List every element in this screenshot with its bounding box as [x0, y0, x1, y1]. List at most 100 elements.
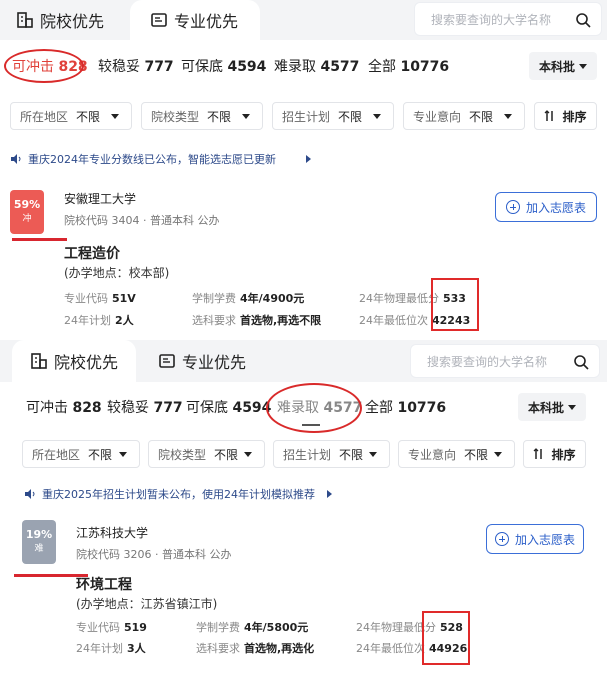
- stat-label: 选科要求: [192, 314, 236, 327]
- filter-value: 不限: [339, 447, 364, 462]
- badge-tag: 冲: [22, 214, 32, 224]
- filter-region[interactable]: 所在地区 不限: [22, 440, 140, 468]
- search-placeholder: 搜索要查询的大学名称: [431, 12, 552, 27]
- stat-fee: 学制学费 4年/4900元: [192, 290, 304, 306]
- search-input[interactable]: 搜索要查询的大学名称: [414, 2, 602, 36]
- tab-school-first[interactable]: 院校优先: [12, 340, 136, 382]
- caret-down-icon: [369, 452, 377, 457]
- filter-label: 专业意向: [413, 109, 462, 124]
- filter-enrollment-plan[interactable]: 招生计划 不限: [273, 440, 390, 468]
- caret-down-icon: [119, 452, 127, 457]
- notice-bar[interactable]: 重庆2025年招生计划暂未公布，使用24年计划模拟推荐: [24, 486, 332, 502]
- stat-label: 24年物理最低分: [359, 292, 439, 305]
- filter-label: 专业意向: [408, 447, 457, 462]
- sort-icon: [545, 110, 554, 121]
- tab-label: 专业优先: [182, 353, 247, 372]
- tab-label: 专业优先: [174, 12, 239, 31]
- caret-down-icon: [373, 114, 381, 119]
- plus-circle-icon: [494, 532, 509, 546]
- notice-text: 重庆2024年专业分数线已公布，智能选志愿已更新: [28, 153, 276, 166]
- batch-label: 本科批: [527, 400, 564, 415]
- filter-label: 院校类型: [158, 447, 207, 462]
- sort-button[interactable]: 排序: [534, 102, 597, 130]
- university-name[interactable]: 安徽理工大学: [64, 190, 136, 207]
- stat-value: 4年/4900元: [240, 292, 305, 305]
- filter-value: 不限: [214, 447, 239, 462]
- stat-major-code: 专业代码 51V: [64, 290, 136, 306]
- stat-label: 24年计划: [76, 642, 123, 655]
- count-all[interactable]: 全部 10776: [368, 56, 449, 76]
- count-all[interactable]: 全部 10776: [365, 397, 446, 417]
- tab-label: 院校优先: [54, 353, 119, 372]
- university-meta: 院校代码 3404 · 普通本科 公办: [64, 214, 220, 227]
- caret-down-icon: [494, 452, 502, 457]
- filter-label: 招生计划: [282, 109, 331, 124]
- count-hard[interactable]: 难录取 4577: [274, 56, 359, 76]
- search-placeholder: 搜索要查询的大学名称: [427, 354, 548, 369]
- badge-percent: 19%: [25, 528, 53, 541]
- stat-value: 519: [124, 621, 147, 634]
- filter-value: 不限: [88, 447, 113, 462]
- batch-select[interactable]: 本科批: [529, 52, 597, 80]
- badge-percent: 59%: [13, 198, 41, 211]
- count-stable[interactable]: 较稳妥 777: [107, 397, 183, 417]
- stat-label: 专业代码: [76, 621, 120, 634]
- add-to-list-button[interactable]: 加入志愿表: [486, 524, 584, 554]
- tab-label: 院校优先: [40, 12, 105, 31]
- stat-label: 24年最低位次: [359, 314, 428, 327]
- stat-label: 专业代码: [64, 292, 108, 305]
- filter-label: 招生计划: [283, 447, 332, 462]
- notice-bar[interactable]: 重庆2024年专业分数线已公布，智能选志愿已更新: [10, 151, 311, 167]
- annotation-box: [431, 278, 479, 331]
- chevron-right-icon: [306, 155, 311, 163]
- major-name[interactable]: 环境工程: [76, 574, 132, 594]
- tab-major-first[interactable]: 专业优先: [158, 340, 258, 382]
- caret-down-icon: [242, 114, 250, 119]
- count-rush[interactable]: 可冲击 828: [26, 397, 102, 417]
- filter-value: 不限: [207, 109, 232, 124]
- filter-value: 不限: [76, 109, 101, 124]
- filter-school-type[interactable]: 院校类型 不限: [148, 440, 265, 468]
- major-name[interactable]: 工程造价: [64, 243, 120, 263]
- tab-bar: 院校优先 专业优先 搜索要查询的大学名称: [0, 340, 607, 382]
- add-to-list-button[interactable]: 加入志愿表: [495, 192, 597, 222]
- caret-down-icon: [504, 114, 512, 119]
- tab-major-first[interactable]: 专业优先: [130, 0, 260, 40]
- count-value: 777: [144, 59, 174, 75]
- count-safe[interactable]: 可保底 4594: [186, 397, 271, 417]
- sort-button[interactable]: 排序: [523, 440, 586, 468]
- filter-major-intent[interactable]: 专业意向 不限: [403, 102, 525, 130]
- caret-down-icon: [111, 114, 119, 119]
- university-name[interactable]: 江苏科技大学: [76, 524, 148, 541]
- filter-school-type[interactable]: 院校类型 不限: [141, 102, 263, 130]
- stat-value: 首选物,再选不限: [240, 314, 322, 327]
- caret-down-icon: [568, 404, 576, 410]
- stat-label: 选科要求: [196, 642, 240, 655]
- count-safe[interactable]: 可保底 4594: [181, 56, 266, 76]
- filter-region[interactable]: 所在地区 不限: [10, 102, 132, 130]
- sort-label: 排序: [562, 109, 587, 124]
- count-stable[interactable]: 较稳妥 777: [98, 56, 174, 76]
- sort-label: 排序: [551, 447, 576, 462]
- building-icon: [17, 12, 33, 28]
- search-input[interactable]: 搜索要查询的大学名称: [410, 344, 600, 378]
- stat-subject-req: 选科要求 首选物,再选不限: [192, 312, 321, 328]
- campus-location: (办学地点：江苏省镇江市): [76, 597, 218, 611]
- tab-school-first[interactable]: 院校优先: [16, 0, 116, 40]
- filter-value: 不限: [469, 109, 494, 124]
- university-meta: 院校代码 3206 · 普通本科 公办: [76, 548, 232, 561]
- search-icon[interactable]: [573, 354, 589, 370]
- count-label: 全部: [365, 400, 393, 416]
- filter-major-intent[interactable]: 专业意向 不限: [398, 440, 515, 468]
- tab-bar: 院校优先 专业优先 搜索要查询的大学名称: [0, 0, 607, 40]
- stat-fee: 学制学费 4年/5800元: [196, 619, 308, 635]
- filter-enrollment-plan[interactable]: 招生计划 不限: [272, 102, 394, 130]
- count-value: 10776: [400, 59, 450, 75]
- count-label: 可冲击: [26, 400, 68, 416]
- filter-label: 院校类型: [151, 109, 200, 124]
- sort-icon: [534, 448, 543, 459]
- batch-select[interactable]: 本科批: [518, 393, 586, 421]
- count-label: 全部: [368, 59, 396, 75]
- count-value: 828: [72, 400, 102, 416]
- search-icon[interactable]: [575, 12, 591, 28]
